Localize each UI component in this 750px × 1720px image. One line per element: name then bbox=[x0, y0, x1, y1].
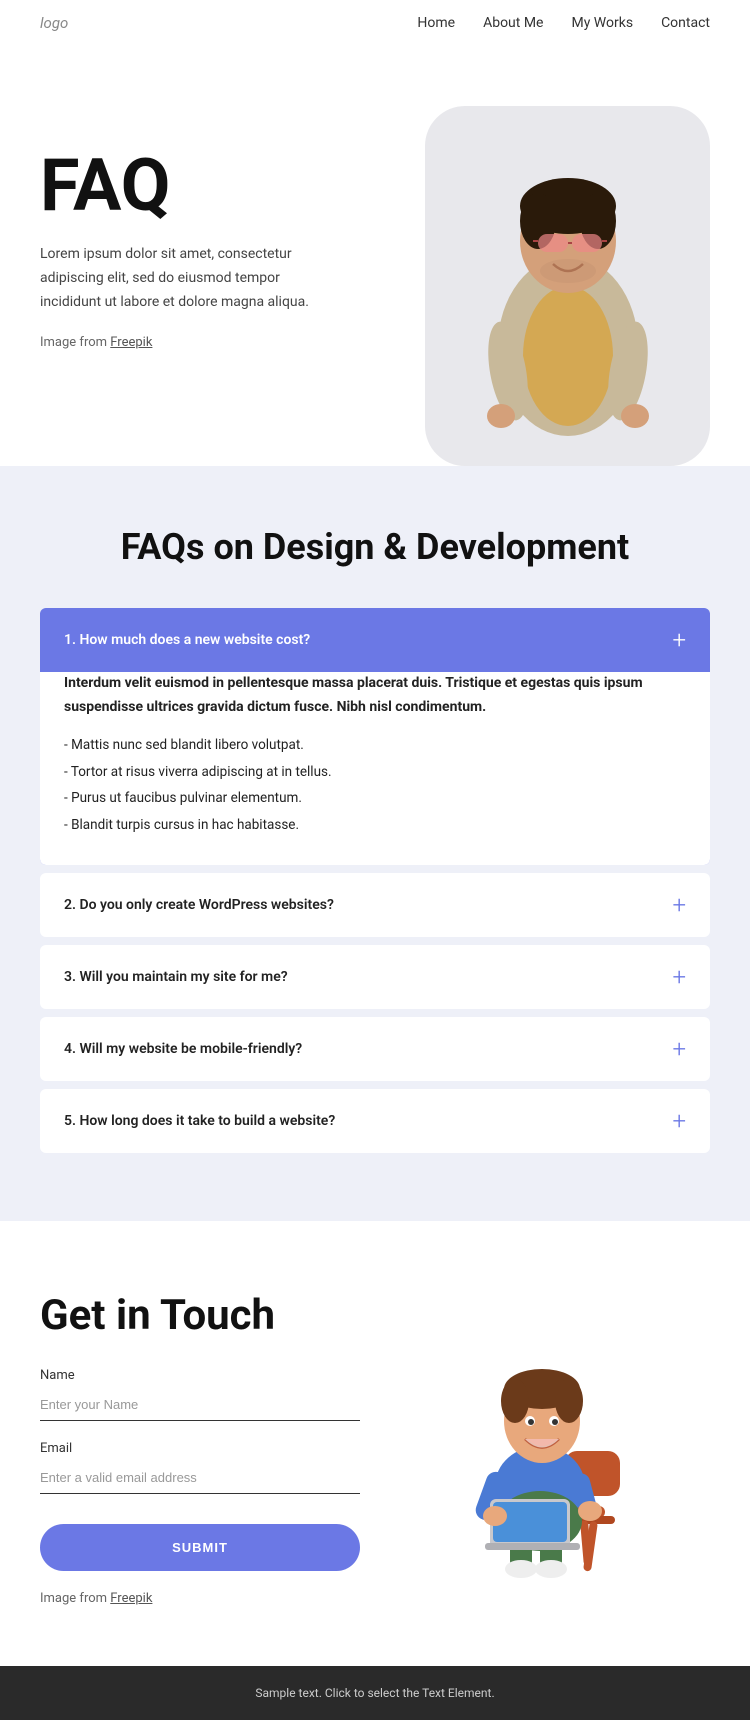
nav-about-me[interactable]: About Me bbox=[483, 15, 543, 31]
contact-title: Get in Touch bbox=[40, 1291, 360, 1340]
faq-answer-1: Interdum velit euismod in pellentesque m… bbox=[40, 672, 710, 865]
faq-list: 1. How much does a new website cost? + I… bbox=[40, 608, 710, 1153]
faq-toggle-icon-1: + bbox=[672, 628, 686, 652]
footer-text: Sample text. Click to select the Text El… bbox=[255, 1686, 494, 1700]
faq-item-1: 1. How much does a new website cost? + I… bbox=[40, 608, 710, 865]
person-illustration bbox=[458, 116, 678, 456]
email-field-group: Email bbox=[40, 1441, 360, 1494]
faq-answer-list-1: Mattis nunc sed blandit libero volutpat.… bbox=[64, 734, 686, 838]
faq-toggle-icon-3: + bbox=[672, 965, 686, 989]
email-label: Email bbox=[40, 1441, 360, 1456]
nav-my-works[interactable]: My Works bbox=[571, 15, 633, 31]
hero-title: FAQ bbox=[40, 146, 410, 225]
faq-question-3[interactable]: 3. Will you maintain my site for me? + bbox=[40, 945, 710, 1009]
contact-image-credit: Image from Freepik bbox=[40, 1591, 360, 1606]
nav-home[interactable]: Home bbox=[417, 15, 455, 31]
faq-question-1[interactable]: 1. How much does a new website cost? + bbox=[40, 608, 710, 672]
contact-section: Get in Touch Name Email SUBMIT Image fro… bbox=[0, 1221, 750, 1666]
hero-image-box bbox=[425, 106, 710, 466]
contact-freepik-link[interactable]: Freepik bbox=[110, 1591, 152, 1606]
faq-heading: FAQs on Design & Development bbox=[40, 526, 710, 568]
faq-question-4[interactable]: 4. Will my website be mobile-friendly? + bbox=[40, 1017, 710, 1081]
faq-section: FAQs on Design & Development 1. How much… bbox=[0, 466, 750, 1221]
nav-links: Home About Me My Works Contact bbox=[417, 15, 710, 31]
hero-freepik-link[interactable]: Freepik bbox=[110, 335, 152, 350]
faq-question-5[interactable]: 5. How long does it take to build a webs… bbox=[40, 1089, 710, 1153]
contact-image-box bbox=[425, 1311, 685, 1591]
contact-left: Get in Touch Name Email SUBMIT Image fro… bbox=[40, 1291, 360, 1606]
hero-description: Lorem ipsum dolor sit amet, consectetur … bbox=[40, 243, 340, 314]
hero-image-credit: Image from Freepik bbox=[40, 335, 410, 350]
nav-contact[interactable]: Contact bbox=[661, 15, 710, 31]
faq-item-2: 2. Do you only create WordPress websites… bbox=[40, 873, 710, 937]
faq-item-4: 4. Will my website be mobile-friendly? + bbox=[40, 1017, 710, 1081]
faq-toggle-icon-4: + bbox=[672, 1037, 686, 1061]
name-label: Name bbox=[40, 1368, 360, 1383]
hero-right bbox=[410, 106, 710, 466]
faq-item-5: 5. How long does it take to build a webs… bbox=[40, 1089, 710, 1153]
footer: Sample text. Click to select the Text El… bbox=[0, 1666, 750, 1720]
hero-section: FAQ Lorem ipsum dolor sit amet, consecte… bbox=[0, 46, 750, 466]
contact-right bbox=[400, 1291, 710, 1591]
hero-left: FAQ Lorem ipsum dolor sit amet, consecte… bbox=[40, 106, 410, 350]
contact-person-illustration bbox=[435, 1311, 675, 1591]
name-input[interactable] bbox=[40, 1389, 360, 1421]
logo: logo bbox=[40, 14, 68, 32]
navbar: logo Home About Me My Works Contact bbox=[0, 0, 750, 46]
name-field-group: Name bbox=[40, 1368, 360, 1421]
faq-item-3: 3. Will you maintain my site for me? + bbox=[40, 945, 710, 1009]
faq-toggle-icon-5: + bbox=[672, 1109, 686, 1133]
submit-button[interactable]: SUBMIT bbox=[40, 1524, 360, 1571]
faq-question-2[interactable]: 2. Do you only create WordPress websites… bbox=[40, 873, 710, 937]
email-input[interactable] bbox=[40, 1462, 360, 1494]
faq-toggle-icon-2: + bbox=[672, 893, 686, 917]
